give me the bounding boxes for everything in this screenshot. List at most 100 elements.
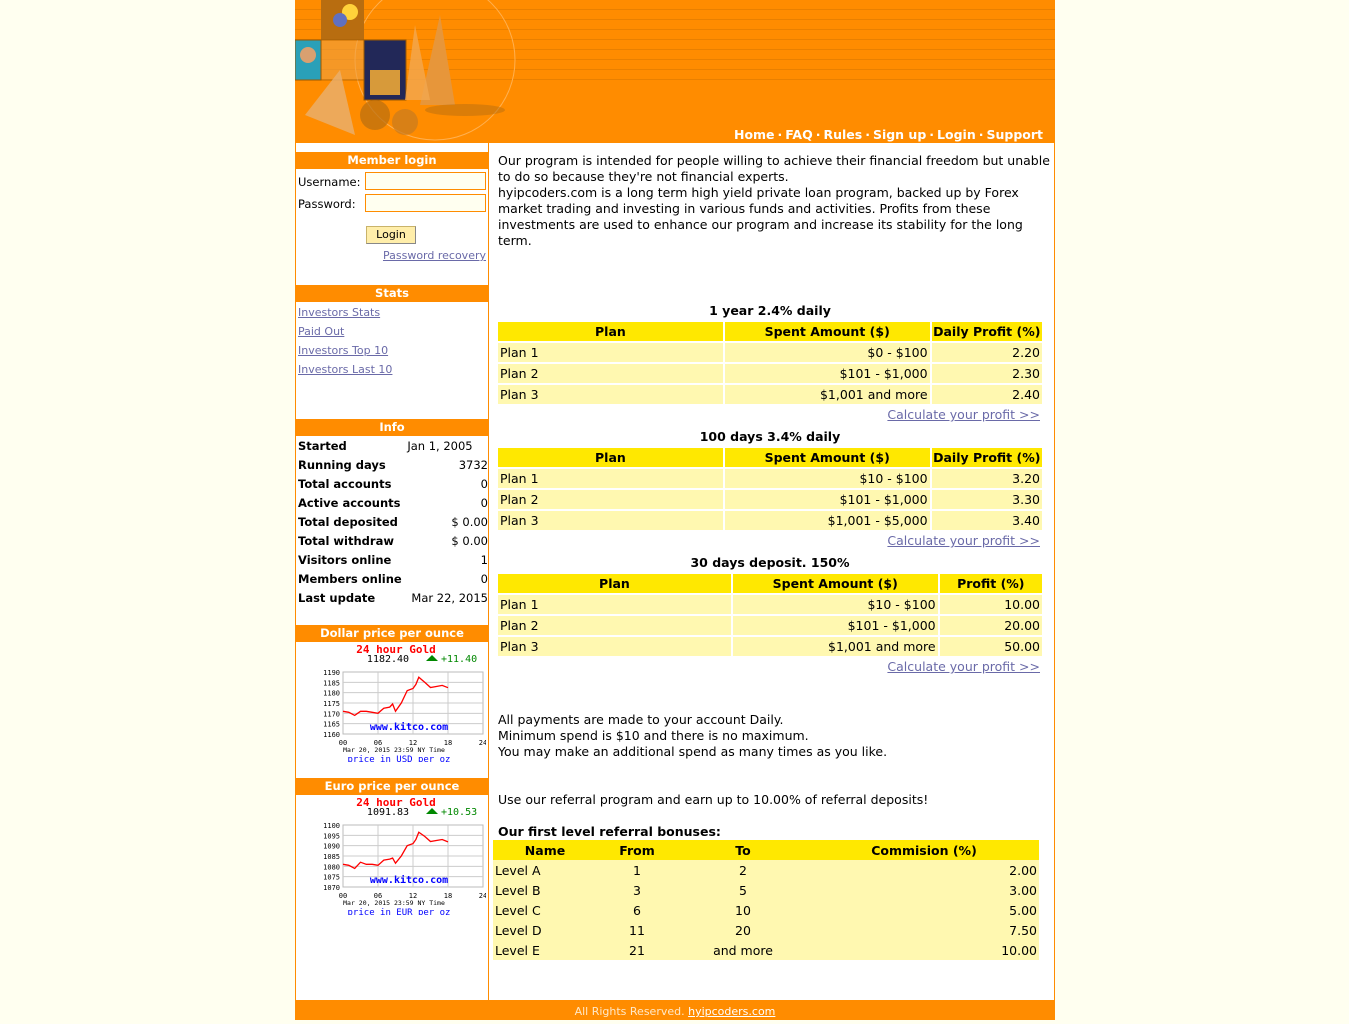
plan-column-header: Spent Amount ($)	[732, 574, 938, 593]
plan-cell: $101 - $1,000	[724, 364, 930, 383]
plan-cell: Plan 2	[498, 490, 723, 509]
plan-cell: 3.30	[931, 490, 1042, 509]
plan-column-header: Plan	[498, 448, 723, 467]
calculate-profit-link[interactable]: Calculate your profit >>	[887, 533, 1040, 548]
y-tick-label: 1180	[323, 690, 340, 698]
investors-stats-link[interactable]: Investors Stats	[296, 303, 488, 322]
x-tick-label: 18	[444, 892, 452, 900]
footer-site-link[interactable]: hyipcoders.com	[688, 1005, 775, 1018]
info-box: Info Started Jan 1, 2005 Running days 3732 T…	[296, 419, 488, 625]
referral-cell: 5.00	[809, 900, 1039, 920]
plan-row: Plan 3 $1,001 and more 50.00	[498, 637, 1042, 656]
referral-title: Our first level referral bonuses:	[498, 824, 721, 839]
referral-cell: 2	[677, 860, 809, 880]
plan-cell: 50.00	[939, 637, 1042, 656]
plan-cell: 20.00	[939, 616, 1042, 635]
calculate-profit-link[interactable]: Calculate your profit >>	[887, 659, 1040, 674]
plan-cell: $0 - $100	[724, 343, 930, 362]
left-sidebar: Member login Username: Password: Login P…	[295, 143, 489, 1000]
calc-row: Calculate your profit >>	[496, 532, 1044, 553]
plan-cell: 10.00	[939, 595, 1042, 614]
referral-cell: Level B	[493, 880, 597, 900]
paid-out-link[interactable]: Paid Out	[296, 322, 488, 341]
info-row: Started Jan 1, 2005	[298, 436, 488, 455]
plan-table: Plan Spent Amount ($) Daily Profit (%) Plan…	[496, 320, 1044, 406]
logo-collage-image	[295, 0, 516, 141]
info-key: Total accounts	[298, 476, 392, 491]
plan-cell: Plan 1	[498, 343, 723, 362]
plan-cell: Plan 2	[498, 364, 723, 383]
nav-login[interactable]: Login	[937, 127, 976, 142]
y-tick-label: 1175	[323, 700, 340, 708]
plan-cell: Plan 3	[498, 637, 731, 656]
plan-row: Plan 3 $1,001 and more 2.40	[498, 385, 1042, 404]
chart-change: +11.40	[441, 654, 477, 665]
referral-cell: 3.00	[809, 880, 1039, 900]
info-value: Jan 1, 2005	[407, 438, 473, 453]
plan-cell: $10 - $100	[724, 469, 930, 488]
plan-cell: 2.20	[931, 343, 1042, 362]
login-button[interactable]: Login	[366, 226, 416, 244]
gold-price-chart: 24 hour Gold1091.83 +10.53110010951090108…	[323, 796, 486, 915]
plan-cell: $101 - $1,000	[732, 616, 938, 635]
calculate-profit-link[interactable]: Calculate your profit >>	[887, 407, 1040, 422]
nav-home[interactable]: Home	[734, 127, 775, 142]
info-value: Mar 22, 2015	[411, 590, 488, 605]
plan-column-header: Spent Amount ($)	[724, 322, 930, 341]
referral-cell: Level D	[493, 920, 597, 940]
plan-column-header: Daily Profit (%)	[931, 322, 1042, 341]
plan-column-header: Daily Profit (%)	[931, 448, 1042, 467]
username-input[interactable]	[365, 172, 486, 190]
info-key: Started	[298, 438, 347, 453]
plan-cell: Plan 3	[498, 511, 723, 530]
referral-cell: and more	[677, 940, 809, 960]
nav-faq[interactable]: FAQ	[785, 127, 812, 142]
info-row: Total withdraw $ 0.00	[298, 531, 488, 550]
info-key: Last update	[298, 590, 376, 605]
chart-change: +10.53	[441, 807, 477, 818]
investors-last-10-link[interactable]: Investors Last 10	[296, 360, 488, 379]
referral-cell: 2.00	[809, 860, 1039, 880]
password-input[interactable]	[365, 194, 486, 212]
y-tick-label: 1090	[323, 843, 340, 851]
nav-signup[interactable]: Sign up	[873, 127, 926, 142]
referral-cell: 3	[597, 880, 677, 900]
referral-column-header: Commision (%)	[809, 840, 1039, 860]
plan-cell: Plan 3	[498, 385, 723, 404]
footer: All Rights Reserved. hyipcoders.com	[295, 1000, 1055, 1020]
referral-column-header: Name	[493, 840, 597, 860]
info-key: Members online	[298, 571, 402, 586]
info-value: 1	[480, 552, 488, 567]
plan-column-header: Plan	[498, 322, 723, 341]
referral-text: Use our referral program and earn up to …	[498, 792, 929, 807]
kitco-watermark: www.kitco.com	[370, 874, 448, 886]
info-value: $ 0.00	[451, 514, 488, 529]
plan-row: Plan 1 $10 - $100 10.00	[498, 595, 1042, 614]
info-key: Visitors online	[298, 552, 392, 567]
stats-title: Stats	[296, 285, 488, 302]
y-tick-label: 1070	[323, 884, 340, 892]
plan-row: Plan 2 $101 - $1,000 3.30	[498, 490, 1042, 509]
referral-cell: Level E	[493, 940, 597, 960]
plan-header-row: Plan Spent Amount ($) Profit (%)	[498, 574, 1042, 593]
password-label: Password:	[298, 197, 356, 211]
referral-cell: 5	[677, 880, 809, 900]
investors-top-10-link[interactable]: Investors Top 10	[296, 341, 488, 360]
nav-rules[interactable]: Rules	[823, 127, 862, 142]
y-tick-label: 1185	[323, 679, 340, 687]
calc-row: Calculate your profit >>	[496, 406, 1044, 427]
plan-cell: $1,001 and more	[732, 637, 938, 656]
password-recovery-link[interactable]: Password recovery	[383, 249, 486, 262]
info-row: Active accounts 0	[298, 493, 488, 512]
y-tick-label: 1085	[323, 853, 340, 861]
referral-cell: 20	[677, 920, 809, 940]
info-row: Total deposited $ 0.00	[298, 512, 488, 531]
plan-title: 100 days 3.4% daily	[699, 429, 841, 444]
kitco-watermark: www.kitco.com	[370, 721, 448, 733]
chart-timestamp: Mar 20, 2015 23:59 NY Time	[343, 746, 445, 754]
info-key: Active accounts	[298, 495, 401, 510]
nav-support[interactable]: Support	[986, 127, 1043, 142]
chart-unit: price in USD per oz	[348, 755, 451, 762]
gold-box-title: Euro price per ounce	[296, 778, 488, 795]
referral-row: Level B 3 5 3.00	[493, 880, 1039, 900]
